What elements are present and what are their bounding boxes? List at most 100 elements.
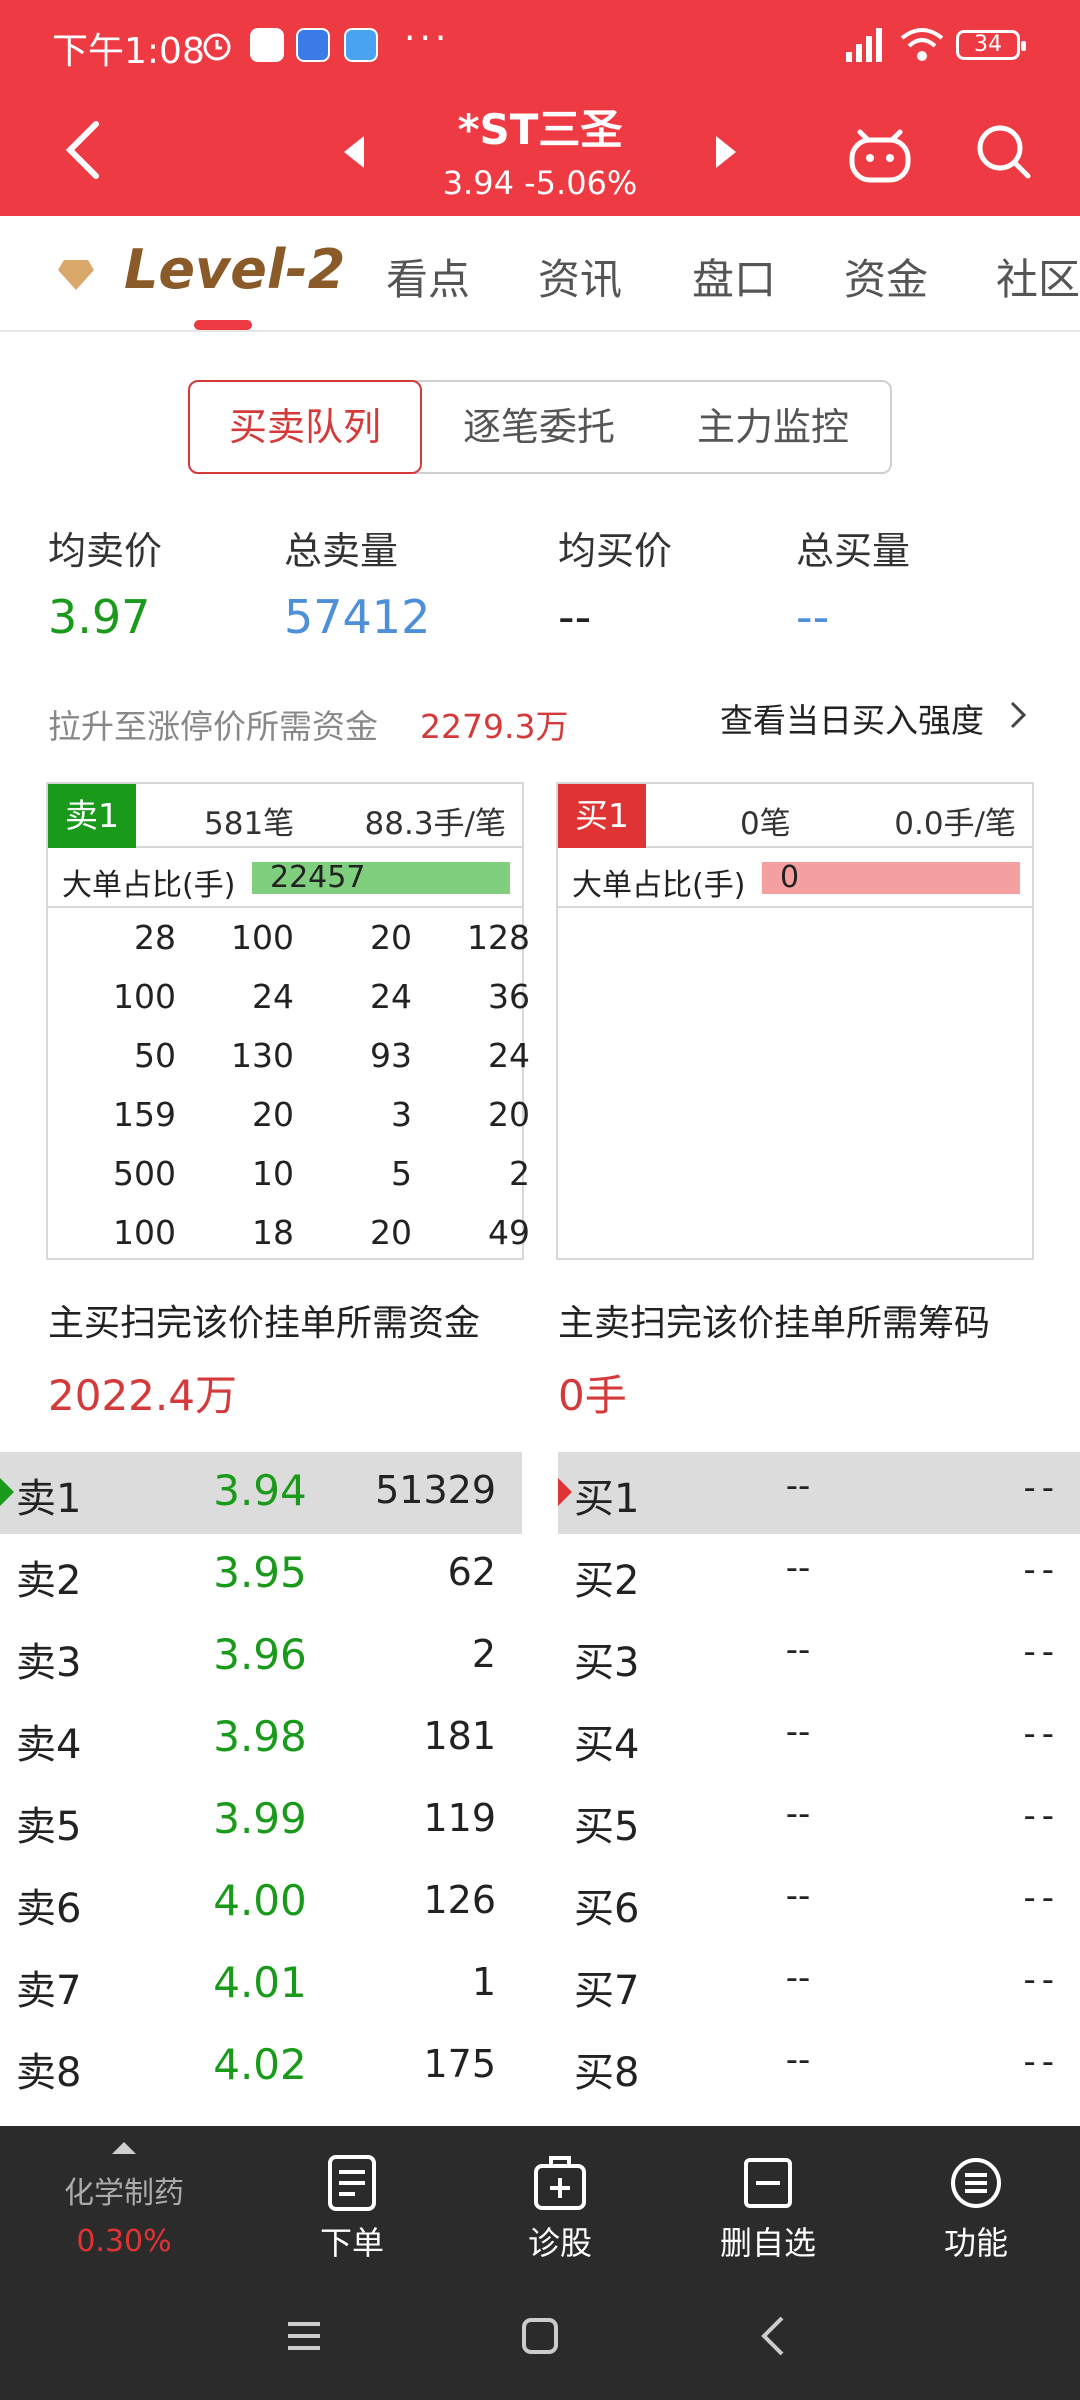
bottom-toolbar: 化学制药 0.30% 下单 诊股 删自选 功能	[0, 2126, 1080, 2400]
sell-sweep-shares-value: 0手	[558, 1371, 627, 1420]
level-volume: --	[1023, 1960, 1060, 2000]
queue-cell: 159	[113, 1095, 176, 1134]
level-price: 3.94	[213, 1466, 307, 1515]
previous-stock-icon[interactable]	[340, 134, 368, 170]
alipay-icon	[296, 28, 330, 62]
level-label: 买3	[574, 1640, 640, 1686]
level-label: 卖5	[16, 1804, 82, 1850]
functions-button[interactable]: 功能	[886, 2154, 1066, 2264]
level-volume: 175	[423, 2042, 496, 2086]
back-arrow-icon[interactable]	[60, 118, 108, 182]
buy-level-row[interactable]: 买2 -- --	[558, 1534, 1080, 1616]
queue-cell: 10	[252, 1154, 294, 1193]
sell-level-row[interactable]: 卖6 4.00 126	[0, 1862, 522, 1944]
tab-funds[interactable]: 资金	[844, 246, 928, 307]
buy-level-row[interactable]: 买6 -- --	[558, 1862, 1080, 1944]
level-price: --	[785, 1794, 811, 1834]
level-label: 买6	[574, 1886, 640, 1932]
battery-icon: 34	[956, 30, 1026, 60]
limit-up-capital-value: 2279.3万	[420, 707, 569, 746]
buy-level-row[interactable]: 买7 -- --	[558, 1944, 1080, 2026]
tab-highlights[interactable]: 看点	[386, 246, 470, 307]
chevron-right-icon[interactable]	[1008, 700, 1028, 730]
sell-large-order-label: 大单占比(手)	[62, 868, 236, 903]
robot-assistant-icon[interactable]	[848, 124, 912, 184]
sector-indicator[interactable]: 化学制药 0.30%	[40, 2142, 208, 2259]
sell-level-row[interactable]: 卖4 3.98 181	[0, 1698, 522, 1780]
active-tab-indicator	[194, 320, 252, 330]
level-label: 卖6	[16, 1886, 82, 1932]
segment-main-force-monitor[interactable]: 主力监控	[656, 382, 890, 472]
sell-level-row[interactable]: 卖3 3.96 2	[0, 1616, 522, 1698]
level-label: 卖7	[16, 1968, 82, 2014]
level-label: 买8	[574, 2050, 640, 2096]
next-stock-icon[interactable]	[712, 134, 740, 170]
home-icon[interactable]	[518, 2314, 562, 2358]
level-price: --	[785, 1548, 811, 1588]
queue-cell: 500	[113, 1154, 176, 1193]
level-label: 卖4	[16, 1722, 82, 1768]
queue-cell: 3	[391, 1095, 412, 1134]
level-price: --	[785, 1712, 811, 1752]
total-buy-volume: --	[796, 590, 830, 644]
level-label: 买4	[574, 1722, 640, 1768]
buy-level-row[interactable]: 买1 -- --	[558, 1452, 1080, 1534]
total-buy-volume-label: 总买量	[796, 529, 911, 573]
buy-level-row[interactable]: 买8 -- --	[558, 2026, 1080, 2108]
buy-per-order: 0.0手/笔	[894, 806, 1016, 842]
sell-level-row[interactable]: 卖2 3.95 62	[0, 1534, 522, 1616]
queue-cell: 24	[488, 1036, 530, 1075]
diagnose-label: 诊股	[527, 2224, 592, 2262]
sell-level-row[interactable]: 卖8 4.02 175	[0, 2026, 522, 2108]
level-volume: --	[1023, 1468, 1060, 1508]
order-button[interactable]: 下单	[262, 2154, 442, 2264]
queue-cell: 20	[252, 1095, 294, 1134]
tab-community[interactable]: 社区	[996, 246, 1080, 307]
queue-cell: 100	[231, 918, 294, 957]
total-sell-volume: 57412	[284, 590, 431, 644]
level-price: --	[785, 1876, 811, 1916]
sell-level-row[interactable]: 卖7 4.01 1	[0, 1944, 522, 2026]
level-volume: 119	[423, 1796, 496, 1840]
level-price: 4.02	[213, 2040, 307, 2089]
queue-cell: 100	[113, 1213, 176, 1252]
alarm-icon	[203, 33, 231, 61]
level-volume: 62	[447, 1550, 496, 1594]
segment-tick-orders[interactable]: 逐笔委托	[422, 382, 656, 472]
level-volume: --	[1023, 1796, 1060, 1836]
level-label: 买2	[574, 1558, 640, 1604]
system-back-icon[interactable]	[752, 2314, 796, 2358]
level-price: 3.95	[213, 1548, 307, 1597]
stock-change-percent: -5.06%	[524, 164, 638, 202]
remove-watchlist-button[interactable]: 删自选	[678, 2154, 858, 2264]
current-level-marker	[558, 1478, 572, 1506]
avg-buy-price: --	[558, 590, 592, 644]
tab-news[interactable]: 资讯	[538, 246, 622, 307]
stock-price: 3.94	[442, 164, 514, 202]
remove-icon	[744, 2158, 792, 2208]
buy-strength-link[interactable]: 查看当日买入强度	[720, 694, 984, 742]
buy-queue-header: 买1 0笔 0.0手/笔	[558, 784, 1032, 848]
app-notification-icon	[250, 28, 284, 62]
buy-level-row[interactable]: 买3 -- --	[558, 1616, 1080, 1698]
level-price: 3.99	[213, 1794, 307, 1843]
diagnose-button[interactable]: 诊股	[470, 2154, 650, 2264]
tab-level2[interactable]: Level-2	[124, 238, 345, 301]
sell-level-row[interactable]: 卖1 3.94 51329	[0, 1452, 522, 1534]
queue-cell: 18	[252, 1213, 294, 1252]
search-icon[interactable]	[976, 124, 1032, 180]
sell-level-row[interactable]: 卖5 3.99 119	[0, 1780, 522, 1862]
order-icon	[328, 2155, 376, 2211]
segment-buy-sell-queue[interactable]: 买卖队列	[188, 380, 422, 474]
signal-icon	[846, 28, 882, 62]
buy-level-row[interactable]: 买5 -- --	[558, 1780, 1080, 1862]
status-bar: 下午1:08 ··· 34	[0, 0, 1080, 90]
buy-level-row[interactable]: 买4 -- --	[558, 1698, 1080, 1780]
stock-name: *ST三圣	[457, 105, 623, 154]
sell-sweep-shares-label: 主卖扫完该价挂单所需筹码	[558, 1303, 991, 1344]
tab-quotes[interactable]: 盘口	[692, 246, 776, 307]
recent-apps-icon[interactable]	[282, 2314, 326, 2358]
buy-sweep-capital-label: 主买扫完该价挂单所需资金	[48, 1303, 481, 1344]
queue-cell: 128	[467, 918, 530, 957]
wifi-icon	[900, 28, 944, 61]
